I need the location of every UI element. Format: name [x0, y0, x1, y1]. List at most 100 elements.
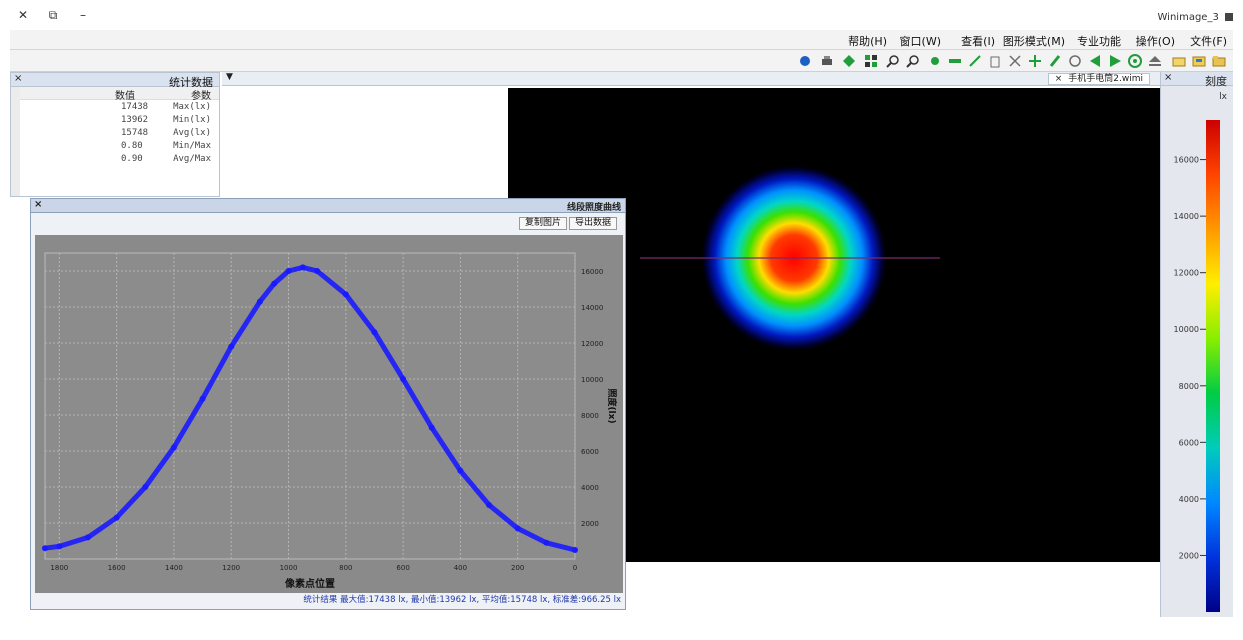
- x-tick-label: 1000: [280, 564, 298, 572]
- dialog-close-icon[interactable]: ×: [34, 199, 42, 210]
- toolbar: [10, 50, 1233, 72]
- dot-icon[interactable]: [927, 53, 943, 69]
- stats-scrollbar[interactable]: [11, 87, 20, 196]
- crosshair-icon[interactable]: [1027, 53, 1043, 69]
- eject-icon[interactable]: [1147, 53, 1163, 69]
- colorbar-tick-label: 4000: [1179, 495, 1199, 504]
- export-data-button[interactable]: 导出数据: [568, 217, 617, 230]
- colorbar: 16000 14000 12000 10000 8000 6000 4000 2000: [1174, 120, 1220, 612]
- data-point: [56, 543, 63, 550]
- colorbar-tick-label: 14000: [1174, 212, 1199, 221]
- data-point: [170, 444, 177, 451]
- data-point: [285, 268, 292, 274]
- data-point: [514, 525, 521, 532]
- row-param: Min(lx): [173, 115, 211, 125]
- colorbar-gradient: [1206, 120, 1220, 612]
- step-back-icon[interactable]: [1087, 53, 1103, 69]
- row-value: 15748: [121, 128, 149, 138]
- restore-window-button[interactable]: ⧉: [38, 8, 68, 24]
- zoom-in-icon[interactable]: [905, 53, 921, 69]
- y-axis-label: 照度(lx): [606, 388, 618, 423]
- open-icon[interactable]: [1211, 53, 1227, 69]
- zoom-out-icon[interactable]: [885, 53, 901, 69]
- pen-icon[interactable]: [1047, 53, 1063, 69]
- x-axis-label: 像素点位置: [284, 577, 335, 590]
- title-bar: ✕ ⧉ – Winimage_3: [0, 0, 1243, 30]
- row-param: Avg(lx): [173, 128, 211, 138]
- save-icon[interactable]: [1191, 53, 1207, 69]
- profile-dialog: 线段照度曲线 × 导出数据 复制图片 0 200 400 600 800 1000 1200…: [30, 198, 626, 610]
- print-icon[interactable]: [819, 53, 835, 69]
- x-tick-label: 400: [454, 564, 467, 572]
- y-tick-label: 10000: [581, 376, 603, 384]
- row-param: Min/Max: [173, 141, 211, 151]
- dialog-title: 线段照度曲线: [566, 203, 621, 213]
- minimize-window-button[interactable]: –: [68, 8, 98, 24]
- bar-icon[interactable]: [947, 53, 963, 69]
- tab-image-file[interactable]: × 手机手电筒2.wimi: [1047, 73, 1150, 85]
- play-icon[interactable]: [1107, 53, 1123, 69]
- y-tick-label: 4000: [581, 484, 599, 492]
- x-tick-label: 800: [339, 564, 352, 572]
- app-window: ✕ ⧉ – Winimage_3 文件(F) 操作(O) 专业功能 图形模式(M…: [0, 0, 1243, 640]
- colorbar-tick-label: 16000: [1174, 156, 1199, 165]
- data-point: [271, 280, 278, 287]
- app-title-text: Winimage_3: [1157, 12, 1219, 23]
- data-point: [142, 484, 149, 490]
- data-point: [113, 514, 120, 521]
- col-param-header[interactable]: 参数: [191, 87, 211, 102]
- menu-graph-mode[interactable]: 图形模式(M): [1003, 33, 1065, 49]
- table-row: 15748 Avg(lx): [21, 128, 215, 141]
- tab-close-icon[interactable]: ×: [1055, 74, 1063, 84]
- stats-panel-close-icon[interactable]: ×: [14, 73, 22, 84]
- line-icon[interactable]: [967, 53, 983, 69]
- x-tick-label: 200: [511, 564, 524, 572]
- data-point: [371, 329, 378, 336]
- dialog-status-bar: 统计结果 最大值:17438 lx, 最小值:13962 lx, 平均值:157…: [303, 595, 621, 605]
- y-tick-label: 14000: [581, 304, 603, 312]
- x-tick-label: 600: [396, 564, 409, 572]
- menu-help[interactable]: 帮助(H): [848, 33, 887, 49]
- table-row: 13962 Min(lx): [21, 115, 215, 128]
- scale-panel: 刻度 × lx 16000 14000 12000 10000 8000 6000 4000…: [1160, 72, 1233, 617]
- colorbar-tick-label: 6000: [1179, 438, 1199, 447]
- palette-icon[interactable]: [863, 53, 879, 69]
- x-tick-label: 1200: [222, 564, 240, 572]
- menu-operation[interactable]: 操作(O): [1136, 33, 1175, 49]
- menu-pro-functions[interactable]: 专业功能: [1077, 33, 1121, 49]
- table-row: 0.90 Avg/Max: [21, 154, 215, 167]
- tab-label: 手机手电筒2.wimi: [1068, 74, 1143, 84]
- menu-bar: 文件(F) 操作(O) 专业功能 图形模式(M) 查看(I) 窗口(W) 帮助(…: [10, 30, 1233, 50]
- close-window-button[interactable]: ✕: [8, 8, 38, 24]
- colorbar-tick-label: 12000: [1174, 269, 1199, 278]
- table-row: 17438 Max(lx): [21, 102, 215, 115]
- y-tick-label: 12000: [581, 340, 603, 348]
- y-tick-label: 16000: [581, 268, 603, 276]
- stats-table-header: 参数 数值: [11, 87, 219, 102]
- table-row: 0.80 Min/Max: [21, 141, 215, 154]
- col-value-header[interactable]: 数值: [115, 87, 135, 102]
- circle-icon[interactable]: [1067, 53, 1083, 69]
- info-icon[interactable]: [797, 53, 813, 69]
- diamond-icon[interactable]: [841, 53, 857, 69]
- copy-image-button[interactable]: 复制图片: [518, 217, 567, 230]
- profile-chart: 0 200 400 600 800 1000 1200 1400 1600 1800 2000 400…: [35, 235, 623, 593]
- data-point: [428, 424, 435, 431]
- delete-icon[interactable]: [987, 53, 1003, 69]
- menu-window[interactable]: 窗口(W): [900, 33, 941, 49]
- menu-view[interactable]: 查看(I): [961, 33, 995, 49]
- dialog-title-bar: 线段照度曲线 ×: [31, 199, 625, 213]
- target-icon[interactable]: [1127, 53, 1143, 69]
- data-point: [457, 467, 464, 474]
- row-value: 0.80: [121, 141, 143, 151]
- data-point: [228, 343, 235, 350]
- stats-panel: 统计数据 × 参数 数值 17438 Max(lx) 13962 Min(lx) 1…: [10, 72, 220, 197]
- menu-file[interactable]: 文件(F): [1190, 33, 1227, 49]
- data-point: [84, 534, 91, 541]
- folder-icon[interactable]: [1171, 53, 1187, 69]
- data-point: [543, 539, 550, 546]
- close-icon[interactable]: [1007, 53, 1023, 69]
- tab-dropdown-icon[interactable]: ▼: [226, 72, 233, 82]
- y-tick-label: 6000: [581, 448, 599, 456]
- data-point: [256, 298, 263, 305]
